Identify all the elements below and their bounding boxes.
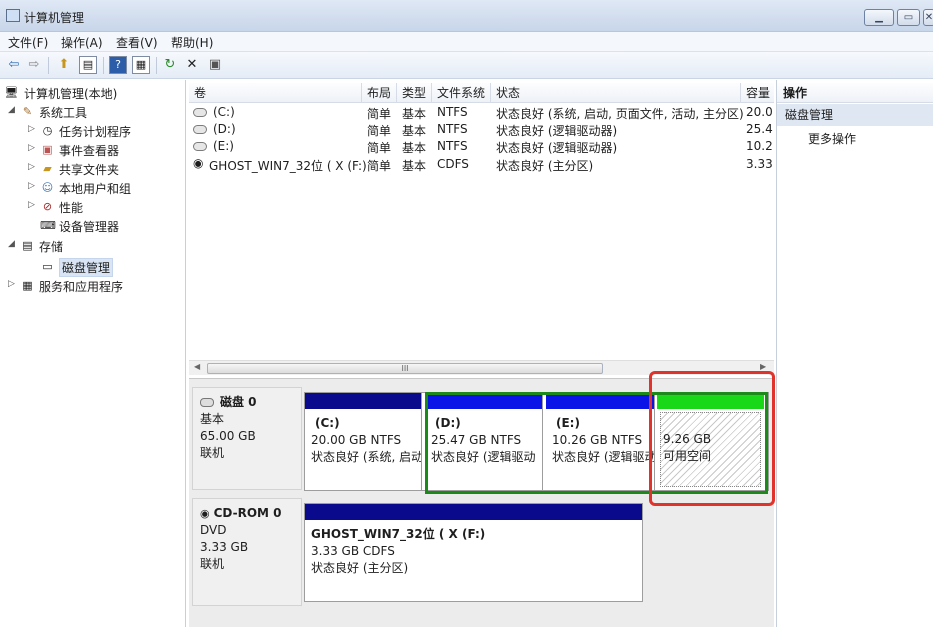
disk0-info[interactable]: 磁盘 0 基本 65.00 GB 联机 <box>192 387 302 490</box>
collapsed-arrow-icon[interactable]: ▷ <box>28 162 38 172</box>
drive-icon <box>193 108 207 117</box>
drive-icon <box>193 142 207 151</box>
column-filesystem[interactable]: 文件系统 <box>432 83 491 103</box>
collapsed-arrow-icon[interactable]: ▷ <box>28 200 38 210</box>
column-capacity[interactable]: 容量 <box>741 83 774 103</box>
actions-header: 操作 <box>777 83 933 103</box>
collapsed-arrow-icon[interactable]: ▷ <box>28 124 38 134</box>
title-bar: 计算机管理 ▁ ▭ ✕ <box>0 0 933 32</box>
performance-icon: ⊘ <box>42 200 53 213</box>
toolbar: ⇦ ⇨ ⬆ ▤ ? ▦ ↻ ✕ ▣ <box>0 52 933 79</box>
table-row[interactable]: (E:) 简单 基本 NTFS 状态良好 (逻辑驱动器) 10.2 <box>189 138 774 156</box>
export-icon[interactable]: ▣ <box>206 56 224 74</box>
partition-color-bar <box>305 504 642 520</box>
console-tree: 🖥 计算机管理(本地) ◢ ✎ 系统工具 ▷ ◷ 任务计划程序 ▷ ▣ 事件查看… <box>0 80 186 627</box>
cdrom0-partitions: GHOST_WIN7_32位 ( X (F:) 3.33 GB CDFS 状态良… <box>304 503 643 602</box>
cdrom0-info[interactable]: ◉ CD-ROM 0 DVD 3.33 GB 联机 <box>192 498 302 606</box>
toolbar-separator <box>156 57 157 74</box>
actions-section-disk-management[interactable]: 磁盘管理 <box>777 104 933 126</box>
menu-bar: 文件(F) 操作(A) 查看(V) 帮助(H) <box>0 32 933 52</box>
table-row[interactable]: (D:) 简单 基本 NTFS 状态良好 (逻辑驱动器) 25.4 <box>189 121 774 139</box>
menu-view[interactable]: 查看(V) <box>116 34 158 51</box>
properties-icon[interactable]: ▦ <box>132 56 150 74</box>
menu-help[interactable]: 帮助(H) <box>171 34 213 51</box>
column-type[interactable]: 类型 <box>397 83 432 103</box>
more-actions-link[interactable]: 更多操作 <box>808 130 856 147</box>
toolbar-separator <box>48 57 49 74</box>
refresh-icon[interactable]: ↻ <box>161 56 179 74</box>
collapsed-arrow-icon[interactable]: ▷ <box>8 279 18 289</box>
column-layout[interactable]: 布局 <box>362 83 397 103</box>
close-button[interactable]: ✕ <box>923 9 933 26</box>
expanded-arrow-icon[interactable]: ◢ <box>8 239 18 249</box>
collapsed-arrow-icon[interactable]: ▷ <box>28 143 38 153</box>
volume-list-header: 卷 布局 类型 文件系统 状态 容量 <box>189 83 774 103</box>
show-hide-tree-icon[interactable]: ▤ <box>79 56 97 74</box>
expanded-arrow-icon[interactable]: ◢ <box>8 105 18 115</box>
cd-drive-icon: ◉ <box>200 507 210 520</box>
toolbar-separator <box>103 57 104 74</box>
tools-icon: ✎ <box>22 105 33 118</box>
scroll-left-arrow-icon[interactable]: ◀ <box>194 362 200 371</box>
event-log-icon: ▣ <box>42 143 53 156</box>
column-volume[interactable]: 卷 <box>189 83 362 103</box>
device-manager-icon: ⌨ <box>40 219 56 232</box>
menu-action[interactable]: 操作(A) <box>61 34 103 51</box>
computer-icon: 🖥 <box>4 86 19 99</box>
users-icon: ☺ <box>41 181 54 194</box>
disk-management-icon: ▭ <box>42 260 53 273</box>
up-folder-icon[interactable]: ⬆ <box>55 56 73 74</box>
collapsed-arrow-icon[interactable]: ▷ <box>28 181 38 191</box>
storage-icon: ▤ <box>22 239 33 252</box>
scroll-right-arrow-icon[interactable]: ▶ <box>760 362 766 371</box>
highlight-red-box <box>649 371 775 506</box>
volume-list: 卷 布局 类型 文件系统 状态 容量 (C:) 简单 基本 NTFS 状态良好 … <box>189 80 774 375</box>
help-icon[interactable]: ? <box>109 56 127 74</box>
partition-c[interactable]: (C:) 20.00 GB NTFS 状态良好 (系统, 启动 <box>305 393 422 490</box>
services-icon: ▦ <box>22 279 33 292</box>
maximize-button[interactable]: ▭ <box>897 9 920 26</box>
partition-f[interactable]: GHOST_WIN7_32位 ( X (F:) 3.33 GB CDFS 状态良… <box>305 504 642 601</box>
actions-pane: 操作 磁盘管理 更多操作 <box>776 80 933 627</box>
hard-disk-icon <box>200 398 214 407</box>
minimize-button[interactable]: ▁ <box>864 9 894 26</box>
menu-file[interactable]: 文件(F) <box>8 34 48 51</box>
window-title: 计算机管理 <box>24 11 85 25</box>
computer-management-icon <box>6 9 20 22</box>
delete-icon[interactable]: ✕ <box>183 56 201 74</box>
column-status[interactable]: 状态 <box>491 83 741 103</box>
forward-arrow-icon[interactable]: ⇨ <box>25 56 43 74</box>
scrollbar-thumb[interactable]: III <box>207 363 603 374</box>
partition-color-bar <box>305 393 421 409</box>
shared-folder-icon: ▰ <box>43 162 52 175</box>
table-row[interactable]: ◉ GHOST_WIN7_32位 ( X (F:) 简单 基本 CDFS 状态良… <box>189 156 774 174</box>
clock-icon: ◷ <box>42 124 53 137</box>
table-row[interactable]: (C:) 简单 基本 NTFS 状态良好 (系统, 启动, 页面文件, 活动, … <box>189 104 774 122</box>
drive-icon <box>193 125 207 134</box>
back-arrow-icon[interactable]: ⇦ <box>5 56 23 74</box>
cd-drive-icon: ◉ <box>193 156 204 170</box>
